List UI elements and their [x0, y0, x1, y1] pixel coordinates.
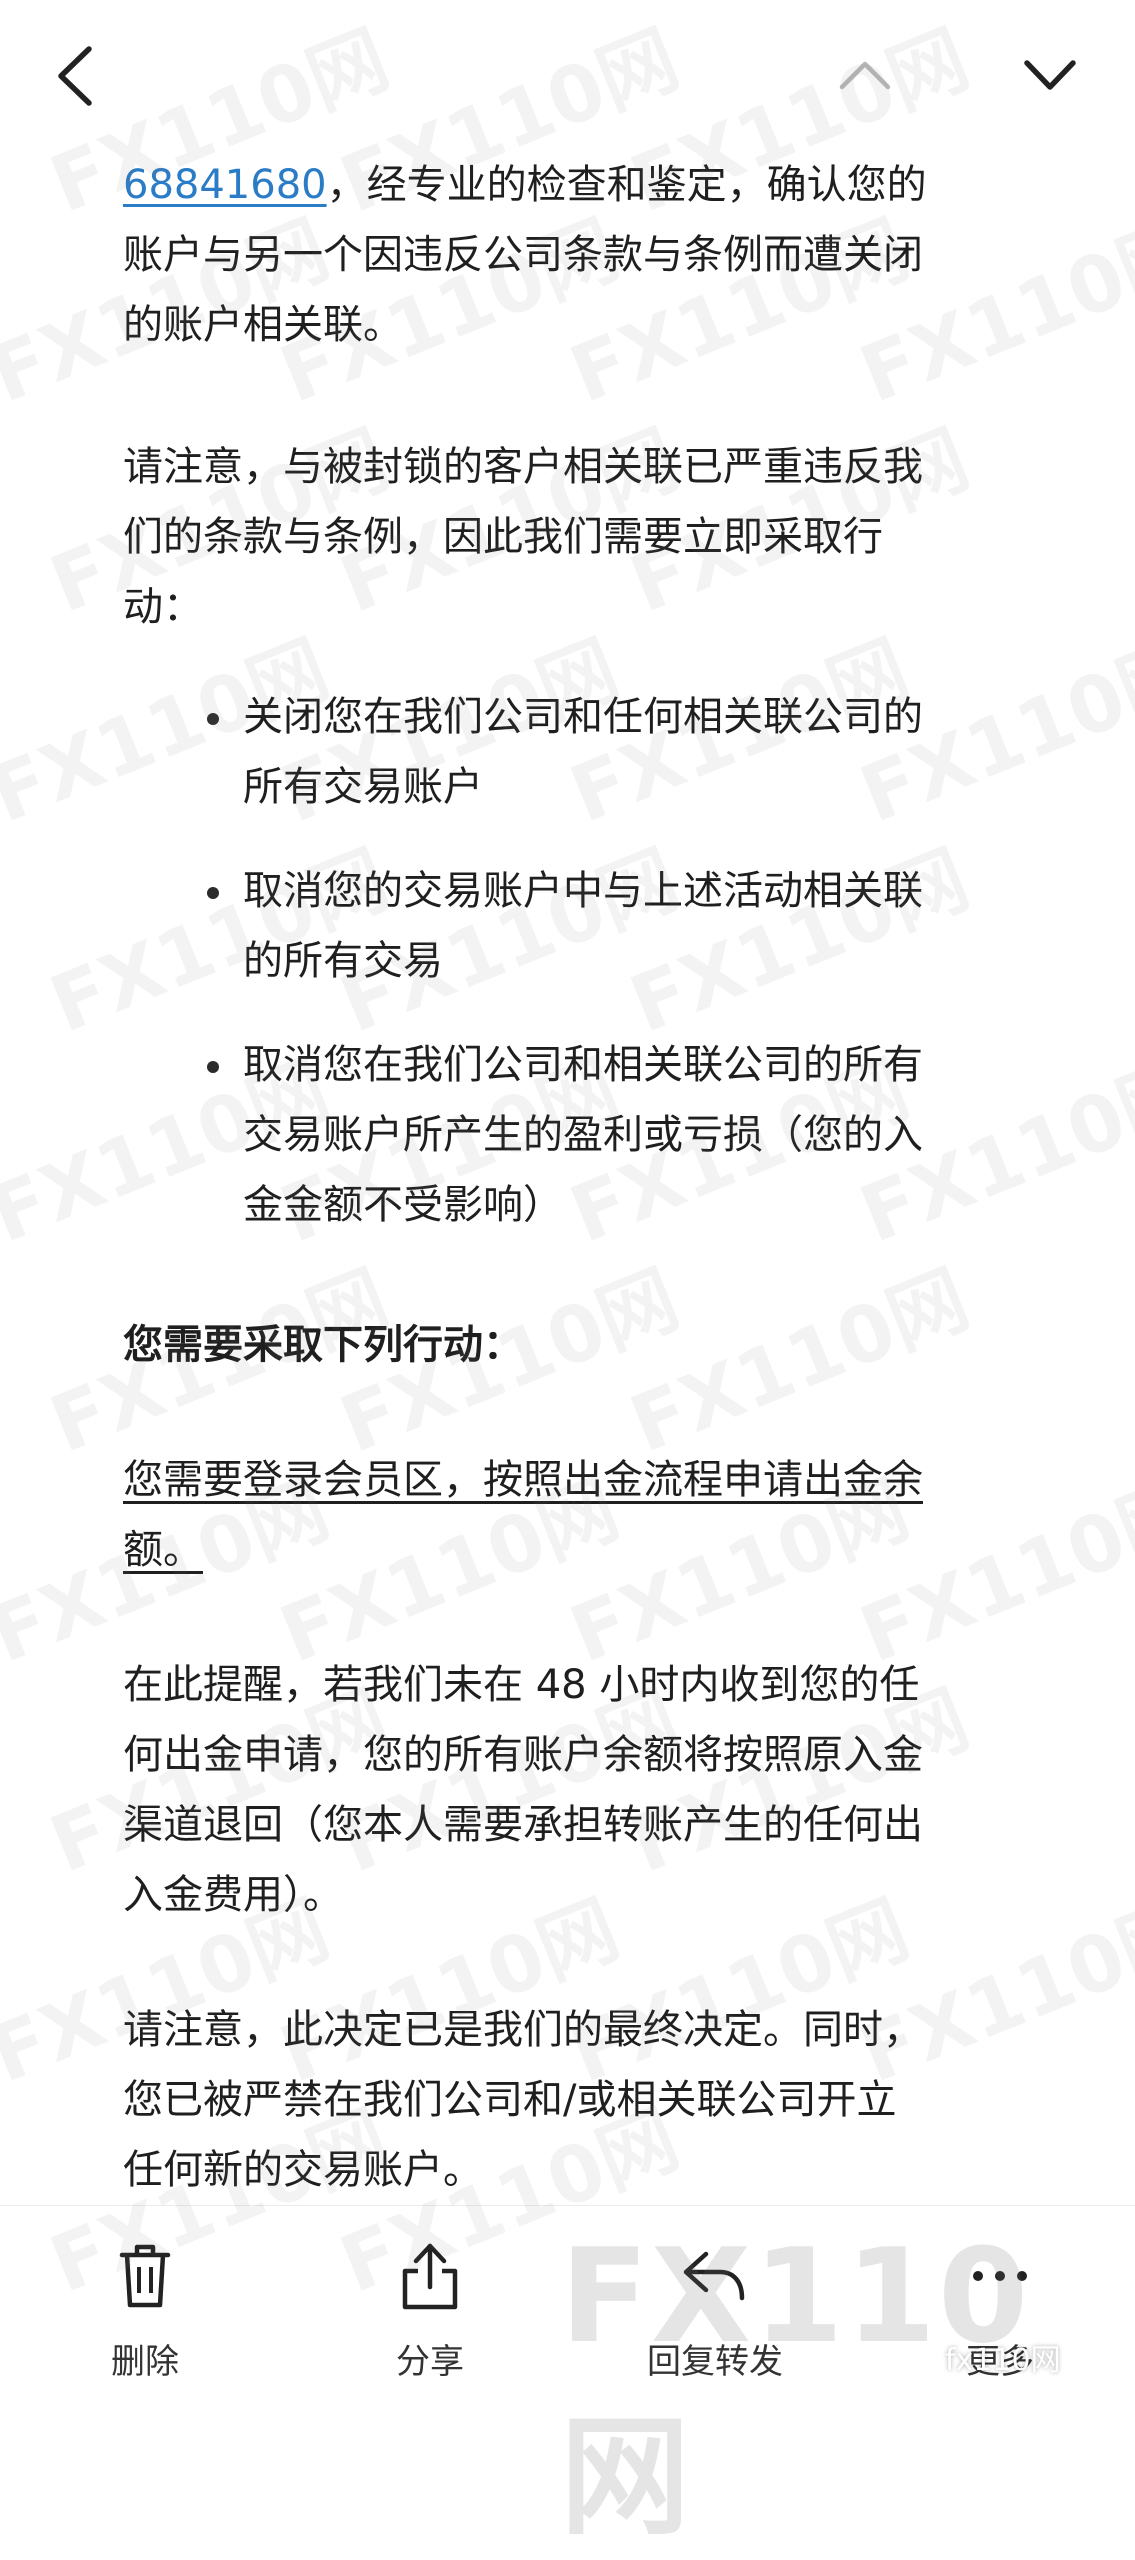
action-bullet-list: 关闭您在我们公司和任何相关联公司的 所有交易账户 取消您的交易账户中与上述活动相…	[123, 682, 1023, 1240]
paragraph-notice: 请注意，与被封锁的客户相关联已严重违反我 们的条款与条例，因此我们需要立即采取行…	[123, 432, 1023, 642]
list-item: 关闭您在我们公司和任何相关联公司的 所有交易账户	[123, 682, 1023, 822]
delete-button[interactable]: 删除	[60, 2236, 230, 2386]
paragraph-text: 们的条款与条例，因此我们需要立即采取行	[123, 514, 883, 560]
previous-message-button[interactable]	[830, 40, 900, 110]
share-button[interactable]: 分享	[345, 2236, 515, 2386]
top-nav-bar	[0, 0, 1135, 150]
paragraph-account-linked: 68841680，经专业的检查和鉴定，确认您的 账户与另一个因违反公司条款与条例…	[123, 150, 1023, 360]
paragraph-text: 账户与另一个因违反公司条款与条例而遭关闭	[123, 232, 923, 278]
chevron-up-icon	[839, 61, 891, 90]
paragraph-text: ，经专业的检查和鉴定，确认您的	[326, 162, 927, 208]
action-instruction: 您需要登录会员区，按照出金流程申请出金余 额。	[123, 1457, 923, 1573]
list-item: 取消您在我们公司和相关联公司的所有 交易账户所产生的盈利或亏损（您的入 金金额不…	[123, 1030, 1023, 1240]
chevron-left-icon	[58, 46, 92, 106]
paragraph-reminder: 在此提醒，若我们未在 48 小时内收到您的任 何出金申请，您的所有账户余额将按照…	[123, 1662, 923, 1918]
action-heading: 您需要采取下列行动：	[123, 1322, 523, 1368]
corner-watermark: fx110网	[945, 2343, 1061, 2378]
paragraph-final-decision: 请注意，此决定已是我们的最终决定。同时， 您已被严禁在我们公司和/或相关联公司开…	[123, 2007, 923, 2193]
list-item: 取消您的交易账户中与上述活动相关联 的所有交易	[123, 856, 1023, 996]
share-icon	[402, 2243, 458, 2310]
large-watermark: FX110网	[560, 2220, 1031, 2553]
share-label: 分享	[396, 2342, 464, 2382]
paragraph-text: 的账户相关联。	[123, 302, 403, 348]
back-button[interactable]	[40, 36, 110, 116]
paragraph-text: 动：	[123, 584, 203, 630]
account-number-link[interactable]: 68841680	[123, 162, 327, 208]
delete-label: 删除	[111, 2342, 179, 2382]
chevron-down-icon	[1024, 60, 1076, 90]
paragraph-text: 请注意，与被封锁的客户相关联已严重违反我	[123, 444, 923, 490]
email-body: 68841680，经专业的检查和鉴定，确认您的 账户与另一个因违反公司条款与条例…	[123, 150, 1023, 2205]
next-message-button[interactable]	[1010, 40, 1090, 110]
trash-icon	[119, 2244, 171, 2308]
